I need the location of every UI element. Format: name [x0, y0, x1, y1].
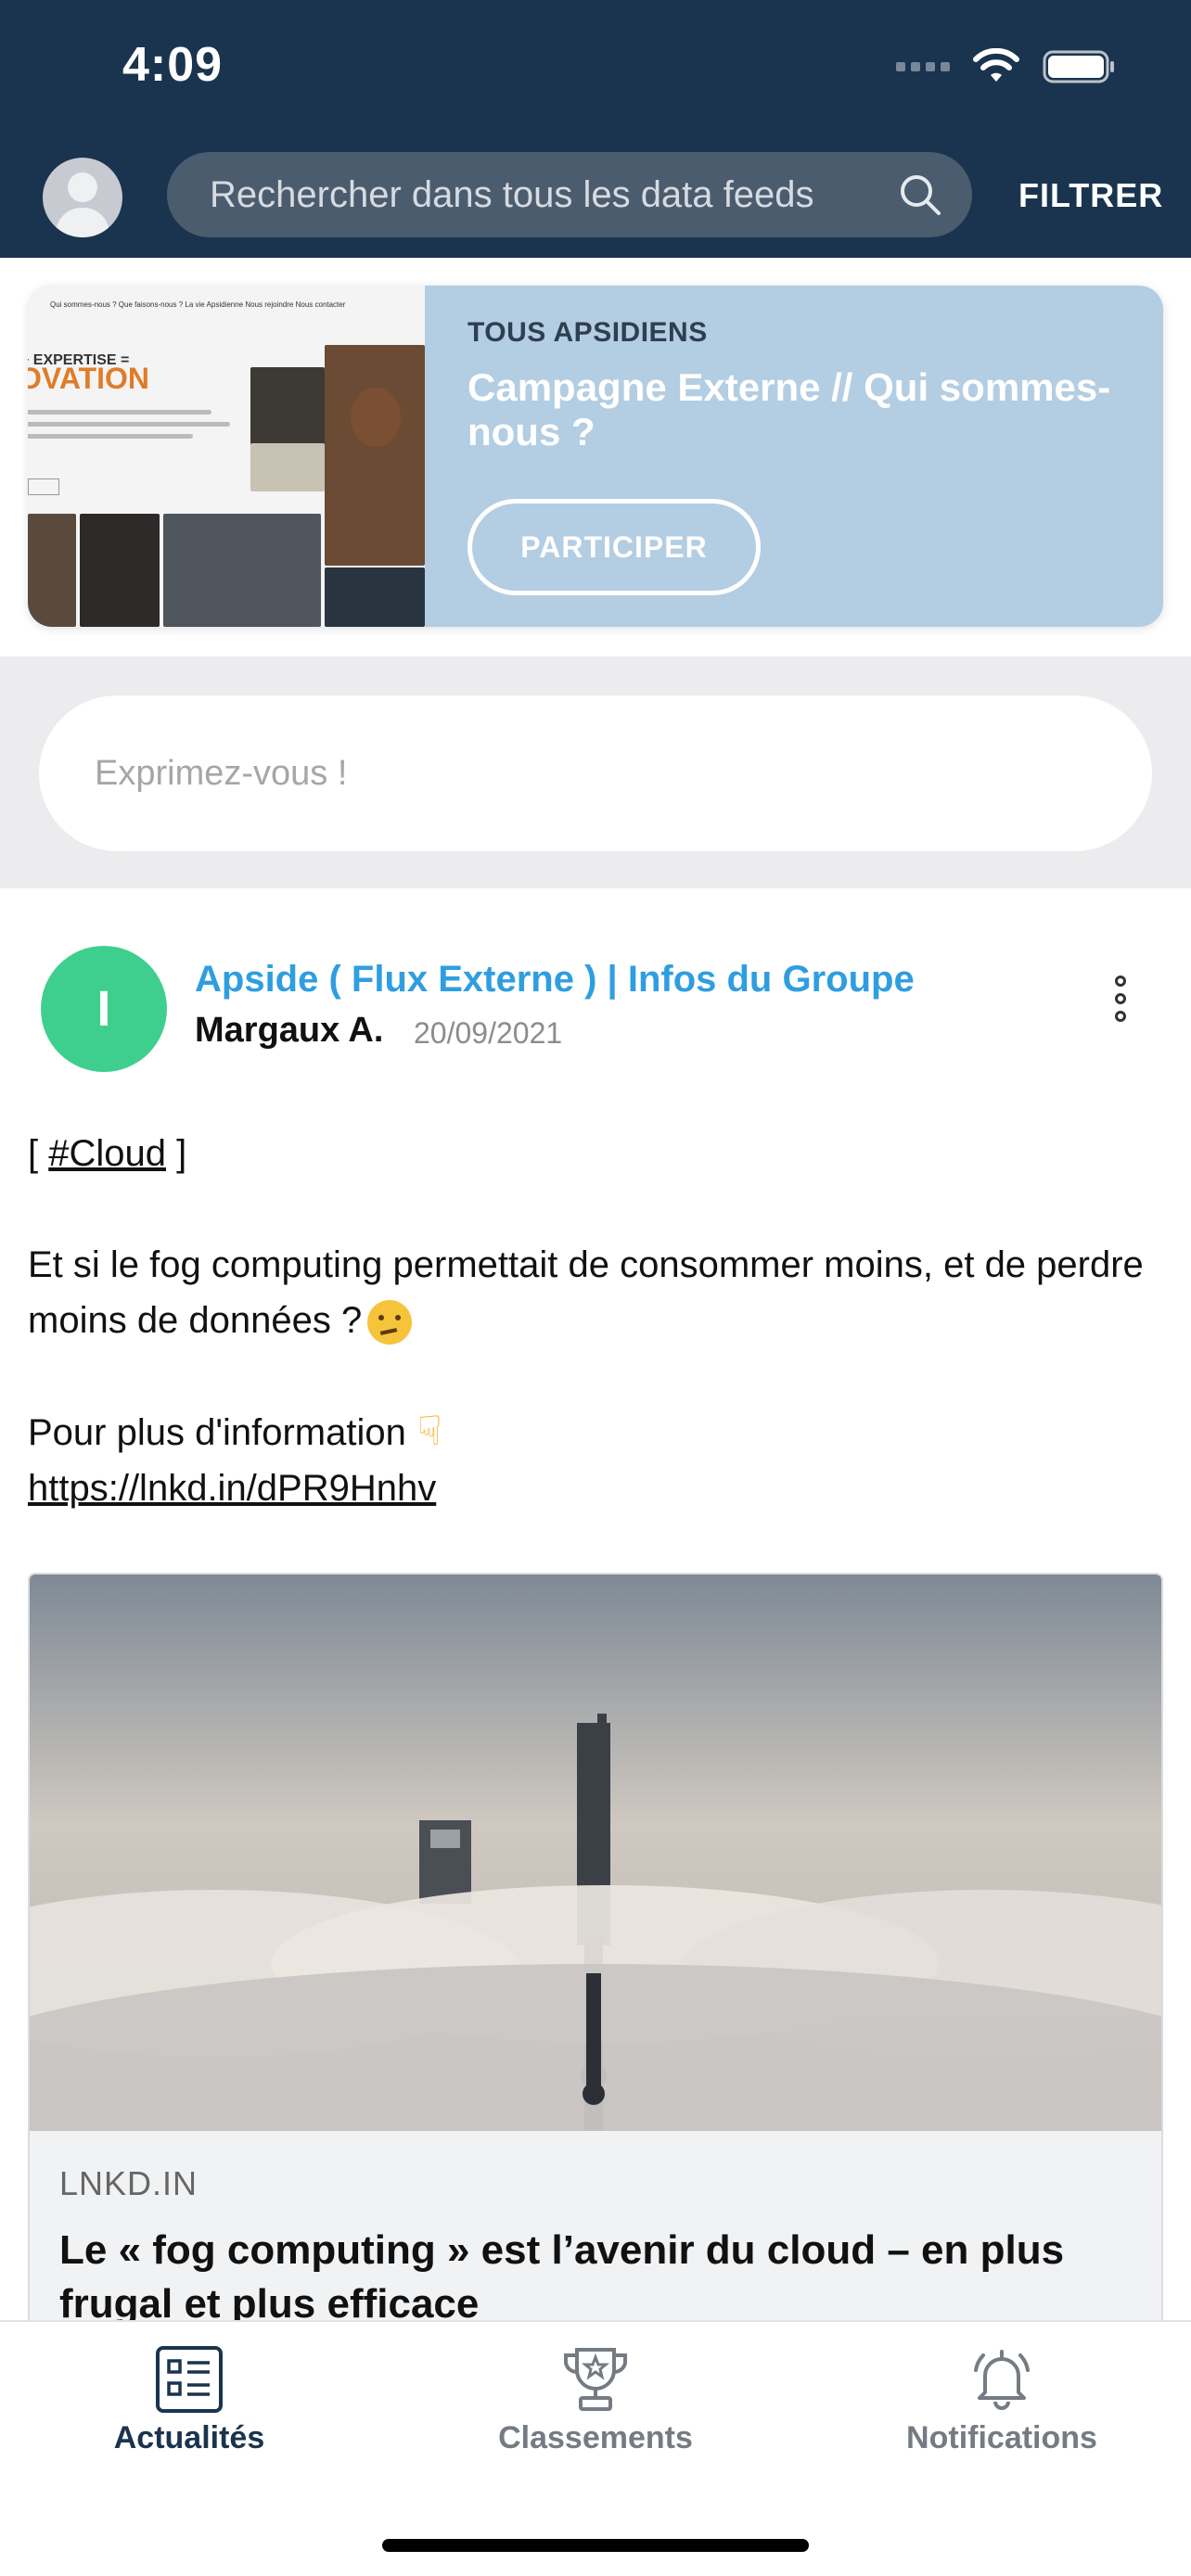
post-body: [ #Cloud ] Et si le fog computing permet…: [28, 1126, 1169, 1516]
campaign-audience-tag: TOUS APSIDIENS: [467, 317, 708, 348]
tab-notifications[interactable]: Notifications: [863, 2344, 1141, 2456]
tab-label: Classements: [498, 2420, 693, 2455]
campaign-title: Campagne Externe // Qui sommes-nous ?: [467, 365, 1111, 453]
profile-avatar[interactable]: [43, 158, 122, 237]
search-icon[interactable]: [898, 172, 942, 217]
search-bar[interactable]: Rechercher dans tous les data feeds: [167, 152, 972, 237]
campaign-banner[interactable]: Qui sommes-nous ? Que faisons-nous ? La …: [28, 286, 1163, 627]
thumbnail-photo-portrait: [325, 345, 425, 566]
thumbnail-nav-text: Qui sommes-nous ? Que faisons-nous ? La …: [50, 300, 346, 309]
home-indicator[interactable]: [382, 2539, 809, 2552]
link-title: Le « fog computing » est l’avenir du clo…: [59, 2227, 1065, 2327]
post-info: Pour plus d'information ☟ https://lnkd.in…: [28, 1404, 1169, 1516]
thumbnail-button-shape: [28, 478, 59, 495]
thumbnail-portrait-face: [351, 388, 401, 447]
more-options-icon[interactable]: [1111, 976, 1130, 1022]
status-time: 4:09: [122, 38, 224, 92]
pointing-down-icon: ☟: [416, 1408, 442, 1455]
tab-actualites[interactable]: Actualités: [50, 2344, 328, 2456]
thumbnail-photo-team-a: [28, 514, 76, 627]
post-date: 20/09/2021: [414, 1016, 563, 1050]
thumbnail-photo-screen: [325, 567, 425, 627]
battery-icon: [1043, 50, 1114, 83]
bell-icon: [974, 2350, 1030, 2410]
participate-button[interactable]: PARTICIPER: [467, 499, 761, 595]
wifi-icon: [973, 48, 1019, 82]
thumbnail-photo-team-b: [80, 514, 160, 627]
post-author[interactable]: Margaux A.: [195, 1011, 383, 1051]
post-external-link[interactable]: https://lnkd.in/dPR9Hnhv: [28, 1468, 436, 1509]
link-domain: LNKD.IN: [59, 2164, 198, 2202]
thumbnail-photo-hardware: [250, 443, 325, 491]
post-text: Et si le fog computing permettait de con…: [28, 1237, 1169, 1348]
tab-label: Notifications: [906, 2420, 1097, 2455]
thumbnail-headline: OVATION: [28, 362, 150, 395]
compose-input[interactable]: Exprimez-vous !: [39, 695, 1152, 851]
post-tag-line: [ #Cloud ]: [28, 1133, 187, 1174]
thumbnail-photo-desk: [250, 367, 325, 451]
link-preview-card[interactable]: LNKD.IN Le « fog computing » est l’aveni…: [28, 1573, 1163, 2352]
news-list-icon: [156, 2346, 223, 2413]
trophy-icon: [564, 2348, 627, 2411]
link-preview-image: [30, 1575, 1161, 2131]
thinking-face-icon: [367, 1300, 413, 1345]
post-source-link[interactable]: Apside ( Flux Externe ) | Infos du Group…: [195, 959, 915, 1001]
compose-section: Exprimez-vous !: [0, 657, 1191, 888]
hashtag-link[interactable]: #Cloud: [48, 1133, 166, 1174]
search-input[interactable]: Rechercher dans tous les data feeds: [210, 174, 814, 216]
tab-label: Actualités: [113, 2420, 265, 2455]
app-header: 4:09 Rechercher dans tous les data feeds…: [0, 0, 1191, 258]
cellular-signal-icon: [896, 62, 950, 71]
thumbnail-photo-team-c: [163, 514, 321, 627]
campaign-thumbnail: Qui sommes-nous ? Que faisons-nous ? La …: [28, 286, 425, 627]
tab-classements[interactable]: Classements: [456, 2344, 735, 2456]
bottom-tab-bar: Actualités Classements Notifications: [0, 2320, 1191, 2576]
status-icons: [896, 48, 1117, 85]
post-source-avatar[interactable]: I: [41, 946, 167, 1072]
thumbnail-text-lines: [28, 410, 239, 446]
filter-button[interactable]: FILTRER: [1018, 176, 1163, 215]
